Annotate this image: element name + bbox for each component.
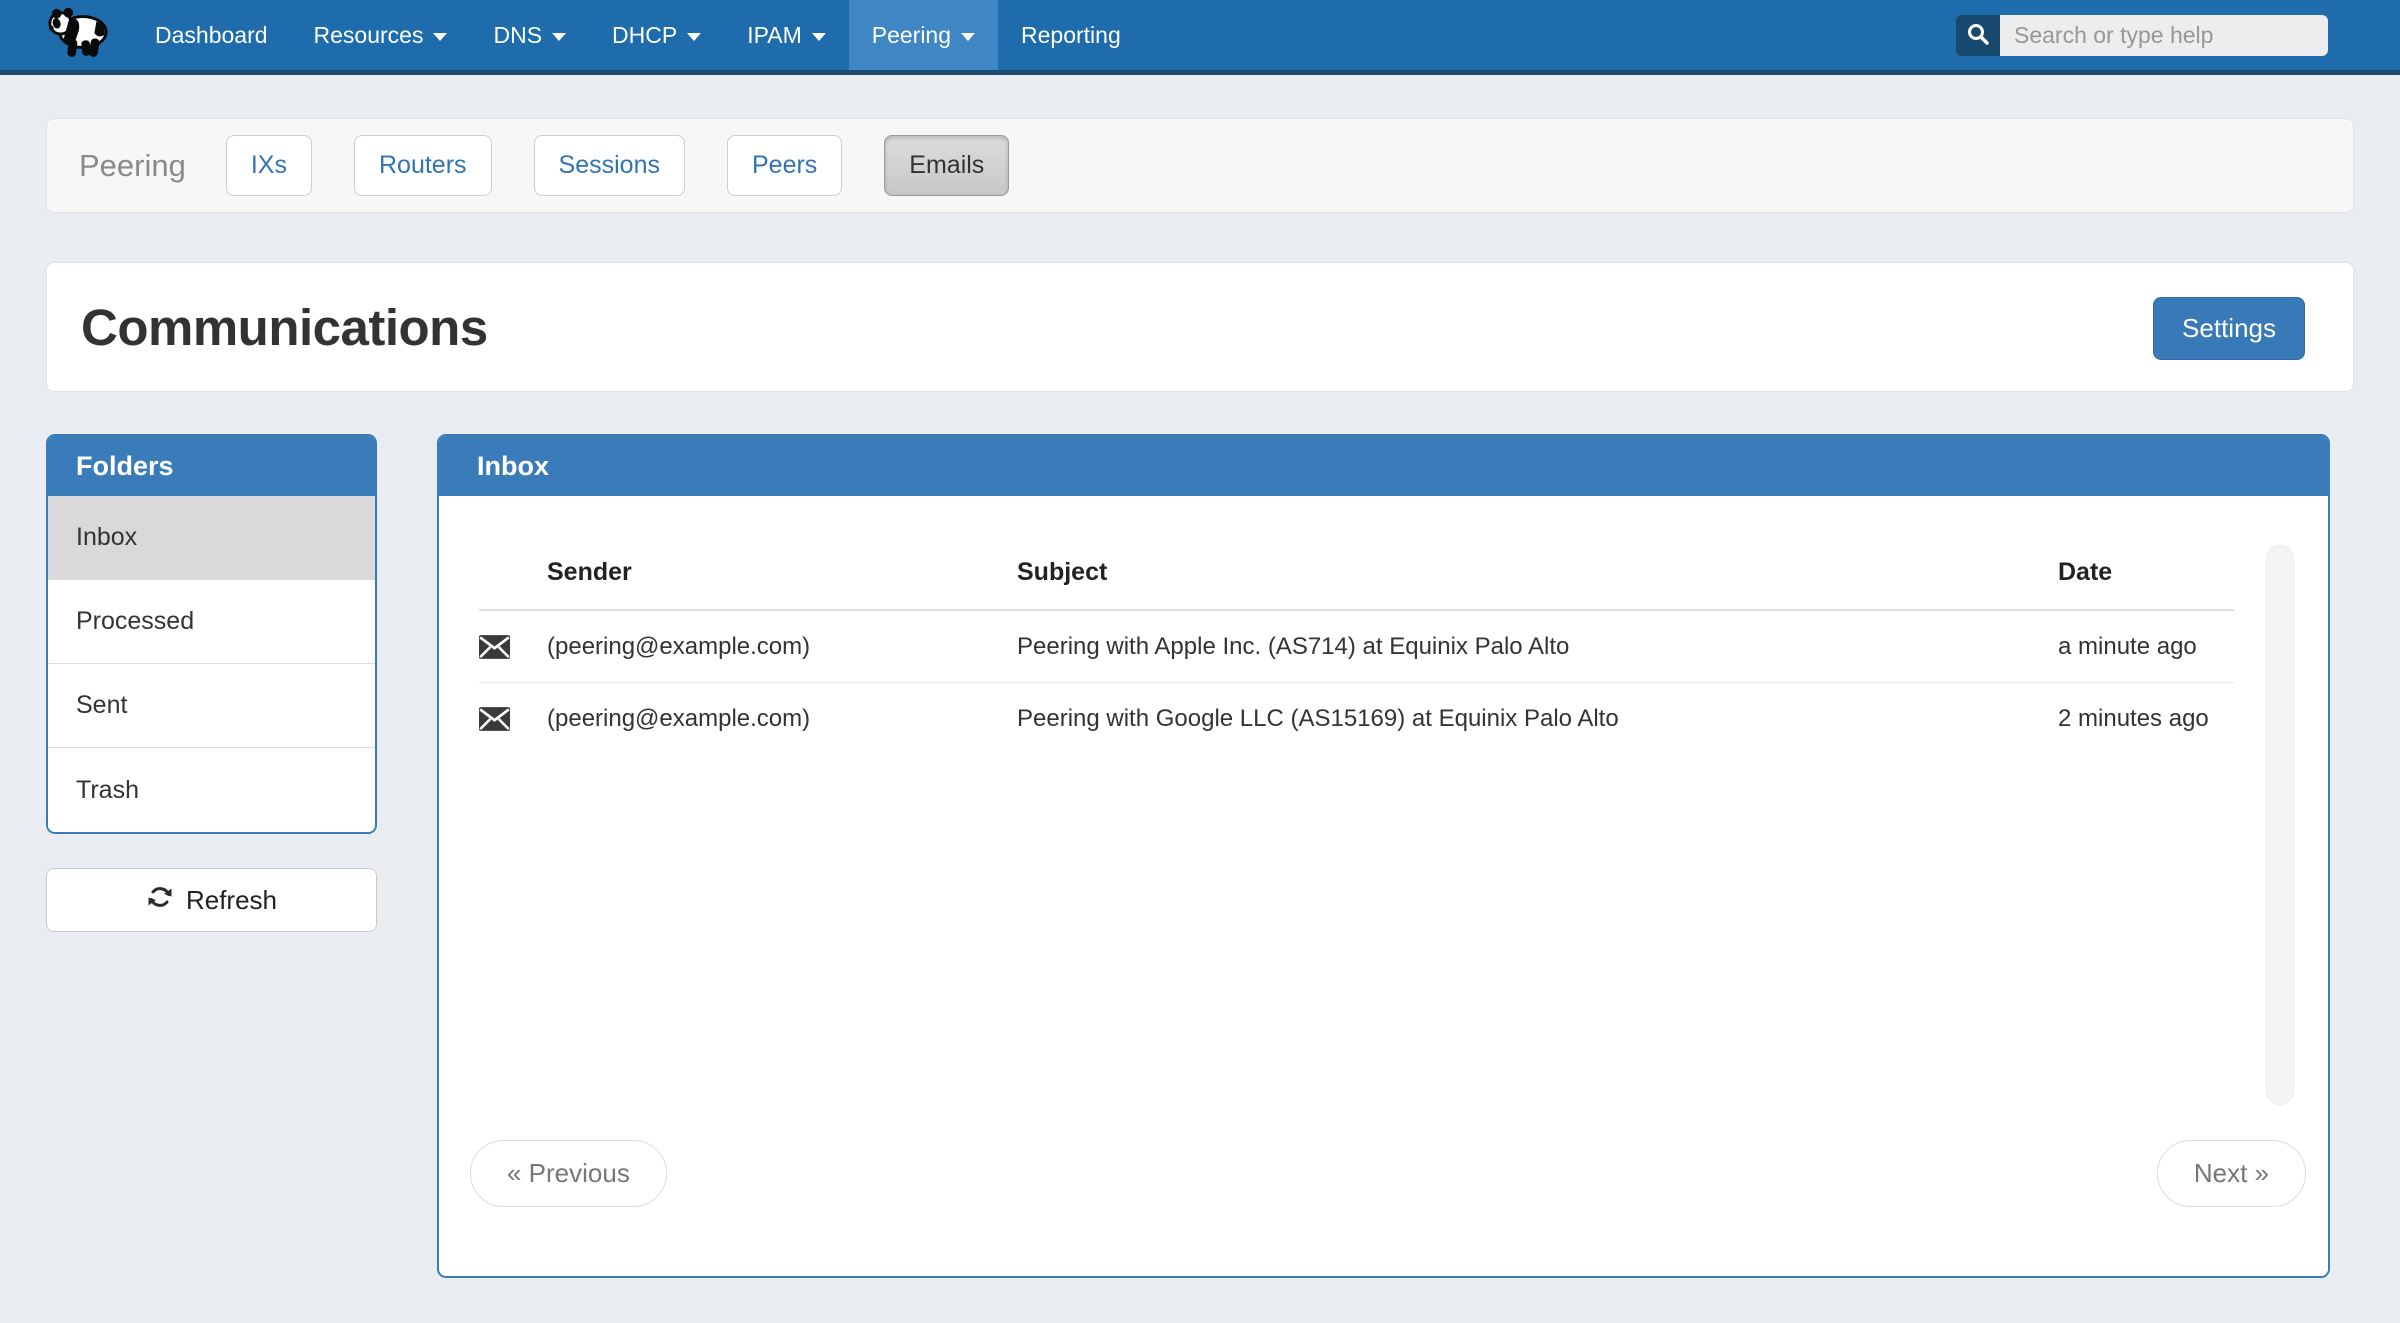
folders-panel-title: Folders — [48, 436, 375, 496]
mail-sender: (peering@example.com) — [547, 633, 1017, 661]
inbox-panel-title: Inbox — [439, 436, 2328, 496]
top-navbar: Dashboard Resources DNS DHCP IPAM Peerin… — [0, 0, 2400, 75]
inbox-panel: Inbox Sender Subject Date (peering@examp… — [437, 434, 2330, 1278]
caret-down-icon — [687, 33, 701, 41]
app-screen: Dashboard Resources DNS DHCP IPAM Peerin… — [0, 0, 2400, 1323]
inbox-body: Sender Subject Date (peering@example.com… — [439, 496, 2328, 1276]
nav-label: Reporting — [1021, 22, 1121, 49]
folder-item-sent[interactable]: Sent — [48, 664, 375, 748]
envelope-icon — [479, 707, 547, 731]
column-header-date: Date — [2058, 558, 2234, 609]
tab-emails[interactable]: Emails — [884, 135, 1009, 196]
nav-label: IPAM — [747, 22, 802, 49]
previous-page-button[interactable]: « Previous — [470, 1140, 667, 1207]
refresh-button[interactable]: Refresh — [46, 868, 377, 932]
folder-item-processed[interactable]: Processed — [48, 580, 375, 664]
refresh-icon — [146, 883, 174, 918]
caret-down-icon — [433, 33, 447, 41]
peering-subnav: Peering IXs Routers Sessions Peers Email… — [46, 118, 2354, 213]
tab-sessions[interactable]: Sessions — [534, 135, 685, 196]
nav-item-peering[interactable]: Peering — [849, 0, 998, 70]
folders-panel: Folders Inbox Processed Sent Trash — [46, 434, 377, 834]
nav-label: DHCP — [612, 22, 677, 49]
subnav-label: Peering — [79, 148, 186, 184]
search-button[interactable] — [1956, 15, 2000, 56]
settings-button[interactable]: Settings — [2153, 297, 2305, 360]
nav-item-dns[interactable]: DNS — [470, 0, 589, 70]
folder-item-inbox[interactable]: Inbox — [48, 496, 375, 580]
caret-down-icon — [961, 33, 975, 41]
mail-row[interactable]: (peering@example.com) Peering with Apple… — [479, 611, 2234, 683]
envelope-icon — [479, 635, 547, 659]
mail-subject: Peering with Google LLC (AS15169) at Equ… — [1017, 705, 2058, 733]
nav-label: Peering — [872, 22, 951, 49]
caret-down-icon — [552, 33, 566, 41]
column-header-subject: Subject — [1017, 558, 2058, 609]
nav-label: Resources — [314, 22, 424, 49]
folder-item-trash[interactable]: Trash — [48, 748, 375, 832]
mail-subject: Peering with Apple Inc. (AS714) at Equin… — [1017, 633, 2058, 661]
mail-table: Sender Subject Date (peering@example.com… — [479, 496, 2234, 755]
subnav-tabs: IXs Routers Sessions Peers Emails — [226, 135, 1009, 196]
tab-routers[interactable]: Routers — [354, 135, 492, 196]
next-page-button[interactable]: Next » — [2157, 1140, 2306, 1207]
caret-down-icon — [812, 33, 826, 41]
nav-item-resources[interactable]: Resources — [291, 0, 471, 70]
brand-logo[interactable] — [0, 0, 132, 70]
global-search — [1956, 15, 2328, 56]
nav-item-dhcp[interactable]: DHCP — [589, 0, 724, 70]
nav-label: DNS — [493, 22, 542, 49]
search-icon — [1966, 22, 1990, 49]
tab-peers[interactable]: Peers — [727, 135, 842, 196]
refresh-label: Refresh — [186, 885, 277, 916]
vertical-scrollbar[interactable] — [2266, 545, 2294, 1105]
nav-label: Dashboard — [155, 22, 268, 49]
nav-item-ipam[interactable]: IPAM — [724, 0, 849, 70]
mail-table-header: Sender Subject Date — [479, 496, 2234, 611]
mail-date: a minute ago — [2058, 633, 2234, 661]
page-header-card: Communications Settings — [46, 262, 2354, 392]
tab-ixs[interactable]: IXs — [226, 135, 312, 196]
nav-item-reporting[interactable]: Reporting — [998, 0, 1144, 70]
mail-sender: (peering@example.com) — [547, 705, 1017, 733]
column-header-sender: Sender — [547, 558, 1017, 609]
page-title: Communications — [81, 298, 488, 357]
nav-item-dashboard[interactable]: Dashboard — [132, 0, 291, 70]
header-icon-spacer — [479, 587, 547, 609]
panda-logo-icon — [46, 5, 108, 66]
search-input[interactable] — [2000, 15, 2328, 56]
mail-date: 2 minutes ago — [2058, 705, 2234, 733]
mail-row[interactable]: (peering@example.com) Peering with Googl… — [479, 683, 2234, 755]
nav-menu: Dashboard Resources DNS DHCP IPAM Peerin… — [132, 0, 1144, 70]
